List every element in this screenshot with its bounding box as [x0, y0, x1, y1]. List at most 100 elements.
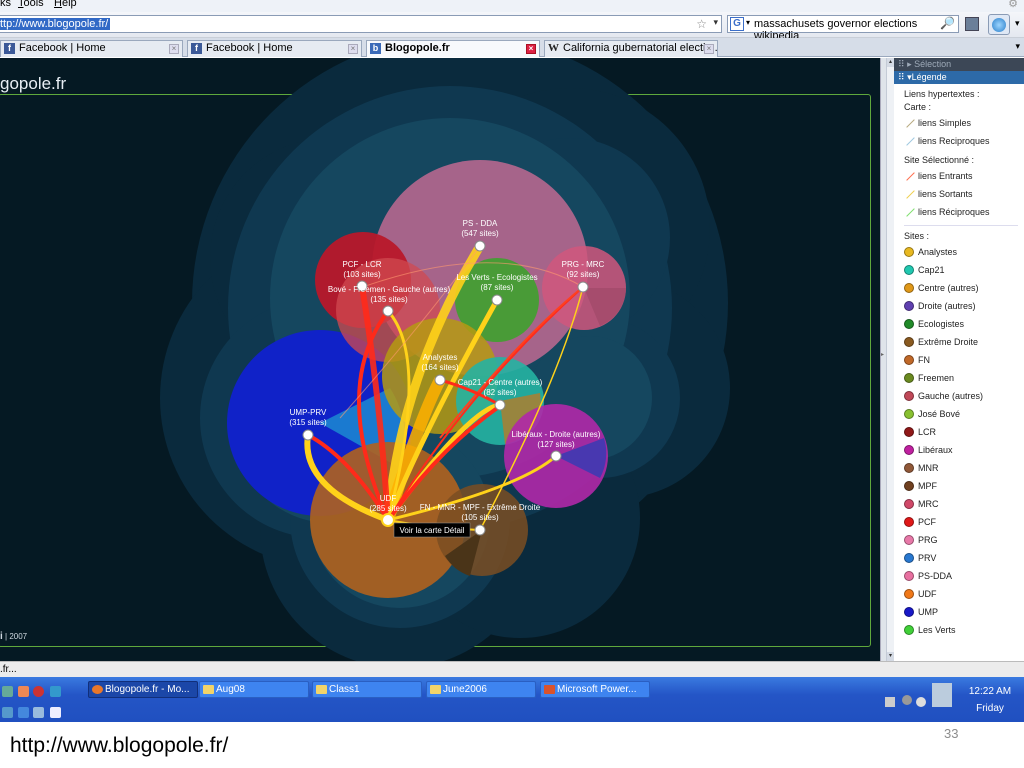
facebook-icon: f — [191, 43, 202, 54]
node-analystes[interactable] — [434, 374, 446, 386]
menu-item-bookmarks[interactable]: ks — [0, 0, 11, 9]
color-dot-icon — [904, 571, 914, 581]
sites-label: Sites : — [904, 231, 930, 241]
blog-map[interactable]: PS - DDA (547 sites) PCF - LCR (103 site… — [0, 58, 880, 661]
scroll-up-icon[interactable]: ▴ — [887, 58, 894, 67]
taskbar-button-june2006[interactable]: June2006 — [426, 681, 536, 698]
site-legend-label: UDF — [918, 589, 937, 599]
tray-icon[interactable] — [916, 697, 926, 707]
node-extreme-droite[interactable] — [474, 524, 486, 536]
google-icon[interactable]: G — [730, 17, 744, 31]
site-legend-ps-dda[interactable]: PS-DDA — [904, 567, 1024, 585]
navigation-toolbar: ttp://www.blogopole.fr/ ☆ ▾ G ▾ massachu… — [0, 12, 1024, 42]
taskbar-button-blogopole-fr-mo[interactable]: Blogopole.fr - Mo... — [88, 681, 198, 698]
site-legend-udf[interactable]: UDF — [904, 585, 1024, 603]
network-icon[interactable] — [932, 683, 952, 707]
label-prg-mrc: PRG - MRC — [562, 260, 605, 269]
quicklaunch-icon[interactable] — [33, 707, 44, 718]
site-legend-les-verts[interactable]: Les Verts — [904, 621, 1024, 639]
clock-time: 12:22 AM — [968, 686, 1012, 697]
site-legend-mpf[interactable]: MPF — [904, 477, 1024, 495]
site-legend-ecologistes[interactable]: Ecologistes — [904, 315, 1024, 333]
node-ps-dda[interactable] — [474, 240, 486, 252]
site-legend-label: Freemen — [918, 373, 955, 383]
node-cap21[interactable] — [494, 399, 506, 411]
site-legend-fn[interactable]: FN — [904, 351, 1024, 369]
tab-facebook-1[interactable]: f Facebook | Home × — [0, 40, 183, 57]
site-legend-gauche-autres[interactable]: Gauche (autres) — [904, 387, 1024, 405]
site-legend-lcr[interactable]: LCR — [904, 423, 1024, 441]
selection-header[interactable]: ⠿ ▸ Sélection — [894, 58, 1024, 71]
quicklaunch-icon[interactable] — [18, 707, 29, 718]
color-dot-icon — [904, 301, 914, 311]
search-bar[interactable]: G ▾ massachusets governor elections wiki… — [727, 15, 959, 42]
taskbar-button-aug08[interactable]: Aug08 — [199, 681, 309, 698]
node-prg-mrc[interactable] — [577, 281, 589, 293]
site-legend-prg[interactable]: PRG — [904, 531, 1024, 549]
close-icon[interactable]: × — [348, 44, 358, 54]
bookmark-star-icon[interactable]: ☆ — [696, 17, 707, 31]
clock-day: Friday — [976, 703, 1004, 714]
help-icon[interactable] — [885, 697, 895, 707]
quicklaunch-icon[interactable] — [2, 707, 13, 718]
address-bar[interactable]: ttp://www.blogopole.fr/ ☆ ▾ — [0, 15, 722, 33]
quicklaunch-icon[interactable] — [18, 686, 29, 697]
clock[interactable]: 12:22 AM Friday — [960, 683, 1020, 717]
site-legend-freemen[interactable]: Freemen — [904, 369, 1024, 387]
addon-button[interactable] — [988, 14, 1010, 35]
site-legend-centre-autres[interactable]: Centre (autres) — [904, 279, 1024, 297]
close-icon[interactable]: × — [704, 44, 714, 54]
scroll-down-icon[interactable]: ▾ — [887, 652, 894, 661]
search-icon[interactable]: 🔎 — [940, 16, 955, 30]
search-engine-dropdown-icon[interactable]: ▾ — [746, 18, 750, 27]
tab-blogopole[interactable]: b Blogopole.fr × — [366, 40, 540, 57]
extension-icon[interactable] — [965, 17, 979, 31]
site-legend-mnr[interactable]: MNR — [904, 459, 1024, 477]
legend-header[interactable]: ⠿ ▾Légende — [894, 71, 1024, 84]
splitter-arrow-icon[interactable]: ▸ — [881, 351, 884, 358]
site-legend-label: José Bové — [918, 409, 961, 419]
quicklaunch-icon[interactable] — [2, 686, 13, 697]
history-dropdown-icon[interactable]: ▾ — [713, 17, 718, 28]
site-legend-extreme-droite[interactable]: Extrême Droite — [904, 333, 1024, 351]
site-legend-ump[interactable]: UMP — [904, 603, 1024, 621]
close-icon[interactable]: × — [526, 44, 536, 54]
menu-item-help[interactable]: Help — [54, 0, 77, 9]
menu-item-tools[interactable]: Tools — [18, 0, 44, 9]
node-ump-prv[interactable] — [302, 429, 314, 441]
color-dot-icon — [904, 481, 914, 491]
quicklaunch-icon[interactable] — [33, 686, 44, 697]
color-dot-icon — [904, 607, 914, 617]
tab-facebook-2[interactable]: f Facebook | Home × — [187, 40, 362, 57]
node-udf-selected[interactable] — [381, 513, 395, 527]
taskbar-button-class1[interactable]: Class1 — [312, 681, 422, 698]
node-verts[interactable] — [491, 294, 503, 306]
node-liberaux[interactable] — [550, 450, 562, 462]
sidebar-scrollbar[interactable]: ▴ ▾ — [886, 58, 894, 661]
close-icon[interactable]: × — [169, 44, 179, 54]
label-bove-freemen: Bové - Freemen - Gauche (autres) — [328, 285, 451, 294]
gear-icon[interactable]: ⚙ — [1008, 0, 1018, 10]
address-url[interactable]: ttp://www.blogopole.fr/ — [0, 18, 111, 30]
quicklaunch-icon[interactable] — [50, 707, 61, 718]
site-legend-droite-autres[interactable]: Droite (autres) — [904, 297, 1024, 315]
site-legend-prv[interactable]: PRV — [904, 549, 1024, 567]
site-legend-label: MNR — [918, 463, 939, 473]
count-pcf-lcr: (103 sites) — [343, 270, 381, 279]
site-legend-mrc[interactable]: MRC — [904, 495, 1024, 513]
taskbar-button-microsoft-power[interactable]: Microsoft Power... — [540, 681, 650, 698]
site-legend-label: Extrême Droite — [918, 337, 979, 347]
tray-icon[interactable] — [902, 695, 912, 705]
color-dot-icon — [904, 283, 914, 293]
site-legend-analystes[interactable]: Analystes — [904, 243, 1024, 261]
toolbar-dropdown-icon[interactable]: ▾ — [1015, 18, 1020, 29]
site-legend-jose-bove[interactable]: José Bové — [904, 405, 1024, 423]
node-bove-freemen[interactable] — [382, 305, 394, 317]
site-legend-liberaux[interactable]: Libéraux — [904, 441, 1024, 459]
quicklaunch-icon[interactable] — [50, 686, 61, 697]
site-legend-label: Analystes — [918, 247, 958, 257]
site-legend-pcf[interactable]: PCF — [904, 513, 1024, 531]
tab-list-dropdown-icon[interactable]: ▾ — [1015, 41, 1020, 52]
site-legend-cap21[interactable]: Cap21 — [904, 261, 1024, 279]
tab-wikipedia[interactable]: W California gubernatorial electio... × — [544, 40, 718, 57]
